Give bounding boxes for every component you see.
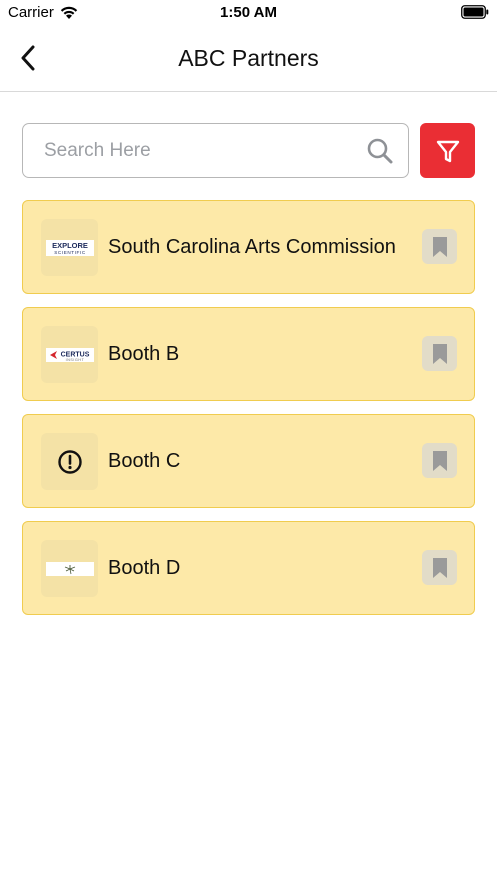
bookmark-icon [432, 236, 447, 257]
partner-card-booth-c[interactable]: Booth C [22, 414, 475, 508]
bookmark-icon [432, 557, 447, 578]
nav-bar: ABC Partners [0, 26, 497, 92]
bookmark-button[interactable] [422, 550, 457, 585]
partner-name: South Carolina Arts Commission [108, 236, 396, 258]
svg-text:EXPLORE: EXPLORE [52, 241, 88, 250]
certus-insight-logo: CERTUS INSIGHT [45, 347, 94, 362]
bookmark-icon [432, 343, 447, 364]
battery-icon [461, 5, 489, 19]
bookmark-button[interactable] [422, 443, 457, 478]
bookmark-button[interactable] [422, 229, 457, 264]
partner-card-south-carolina-arts-commission[interactable]: EXPLORE SCIENTIFIC South Carolina Arts C… [22, 200, 475, 294]
partner-logo [41, 433, 98, 490]
bookmark-icon [432, 450, 447, 471]
partner-logo: CERTUS INSIGHT [41, 326, 98, 383]
status-bar: Carrier 1:50 AM [0, 0, 497, 26]
partner-list: EXPLORE SCIENTIFIC South Carolina Arts C… [22, 200, 475, 628]
svg-text:INSIGHT: INSIGHT [65, 358, 84, 362]
partner-logo: EXPLORE SCIENTIFIC [41, 219, 98, 276]
bookmark-button[interactable] [422, 336, 457, 371]
partner-logo [41, 540, 98, 597]
partner-card-booth-d[interactable]: Booth D [22, 521, 475, 615]
partner-name: Booth B [108, 343, 180, 365]
svg-text:SCIENTIFIC: SCIENTIFIC [54, 250, 86, 255]
palm-tree-logo [45, 561, 94, 576]
partner-name: Booth C [108, 450, 181, 472]
search-icon[interactable] [366, 137, 394, 165]
filter-icon [436, 140, 459, 162]
search-box [22, 123, 409, 178]
search-input[interactable] [44, 124, 364, 177]
alert-circle-icon [57, 449, 82, 474]
filter-button[interactable] [420, 123, 475, 178]
partner-name: Booth D [108, 557, 181, 579]
status-time: 1:50 AM [220, 4, 277, 21]
page-title: ABC Partners [178, 45, 319, 71]
partner-card-booth-b[interactable]: CERTUS INSIGHT Booth B [22, 307, 475, 401]
explore-scientific-logo: EXPLORE SCIENTIFIC [45, 239, 94, 256]
